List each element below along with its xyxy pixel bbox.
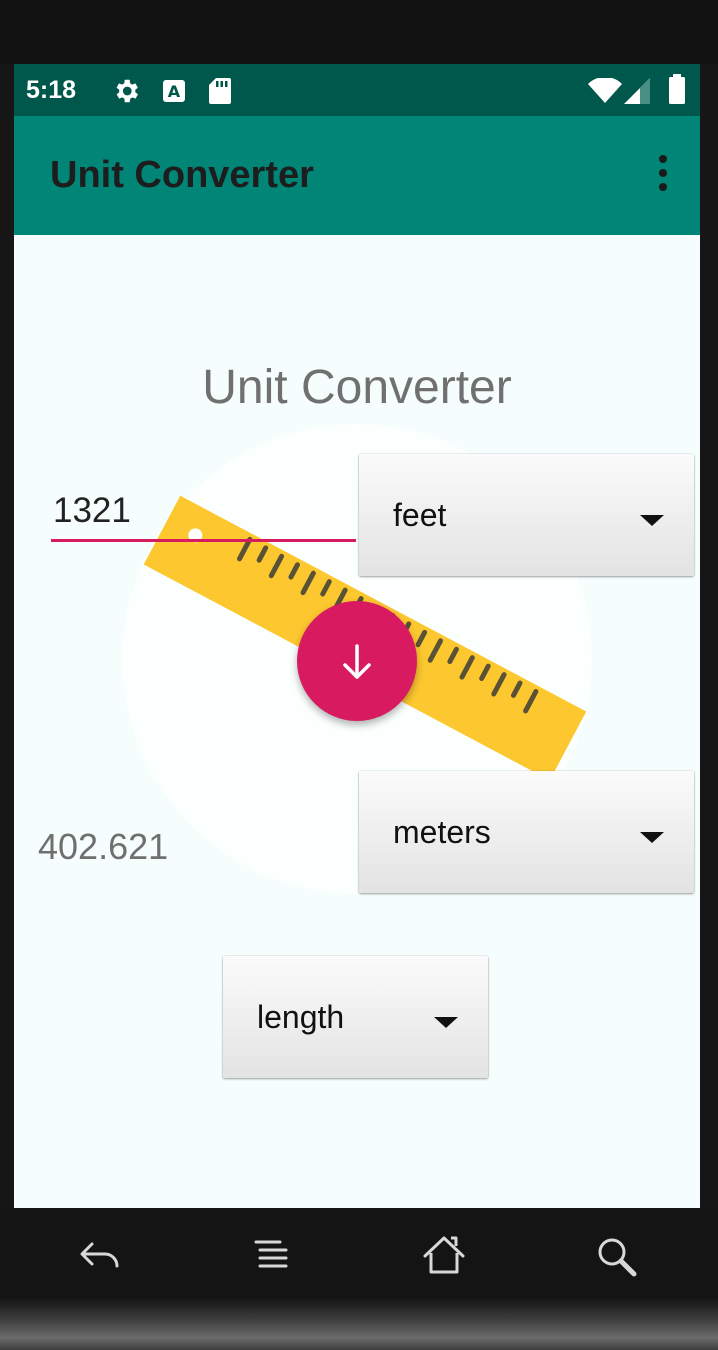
- category-label: length: [257, 998, 345, 1035]
- signal-icon: [624, 78, 654, 109]
- result-value: 402.621: [38, 826, 169, 867]
- menu-icon[interactable]: [250, 1236, 292, 1281]
- chevron-down-icon: [640, 832, 664, 843]
- status-time: 5:18: [26, 76, 77, 104]
- to-unit-label: meters: [393, 813, 491, 850]
- settings-icon: [111, 76, 141, 111]
- from-unit-label: feet: [393, 496, 447, 533]
- device-bezel-right: [700, 64, 718, 1209]
- more-vert-icon[interactable]: [648, 152, 678, 200]
- arrow-down-icon: [343, 644, 371, 679]
- to-unit-spinner[interactable]: meters: [359, 771, 694, 893]
- home-icon[interactable]: [421, 1232, 467, 1283]
- app-bar: Unit Converter: [14, 116, 700, 235]
- sd-card-icon: [208, 77, 232, 110]
- wifi-icon: [588, 76, 622, 109]
- convert-button[interactable]: [297, 601, 417, 721]
- battery-icon: [669, 74, 685, 109]
- device-bezel-top: [0, 0, 718, 64]
- amount-input[interactable]: 1321: [51, 482, 358, 540]
- status-bar: 5:18 A: [14, 64, 700, 116]
- search-icon[interactable]: [594, 1234, 640, 1285]
- from-unit-spinner[interactable]: feet: [359, 454, 694, 576]
- device-bezel-left: [0, 64, 14, 1209]
- app-screen: 5:18 A Unit Converter Unit Converter 132…: [14, 64, 700, 1208]
- amount-input-underline: [51, 539, 356, 542]
- category-spinner[interactable]: length: [223, 956, 488, 1078]
- back-icon[interactable]: [78, 1236, 124, 1281]
- keyboard-a-icon: A: [162, 79, 186, 108]
- chevron-down-icon: [434, 1017, 458, 1028]
- page-title: Unit Converter: [202, 361, 512, 414]
- app-title: Unit Converter: [50, 154, 314, 196]
- chevron-down-icon: [640, 515, 664, 526]
- svg-text:A: A: [168, 82, 181, 101]
